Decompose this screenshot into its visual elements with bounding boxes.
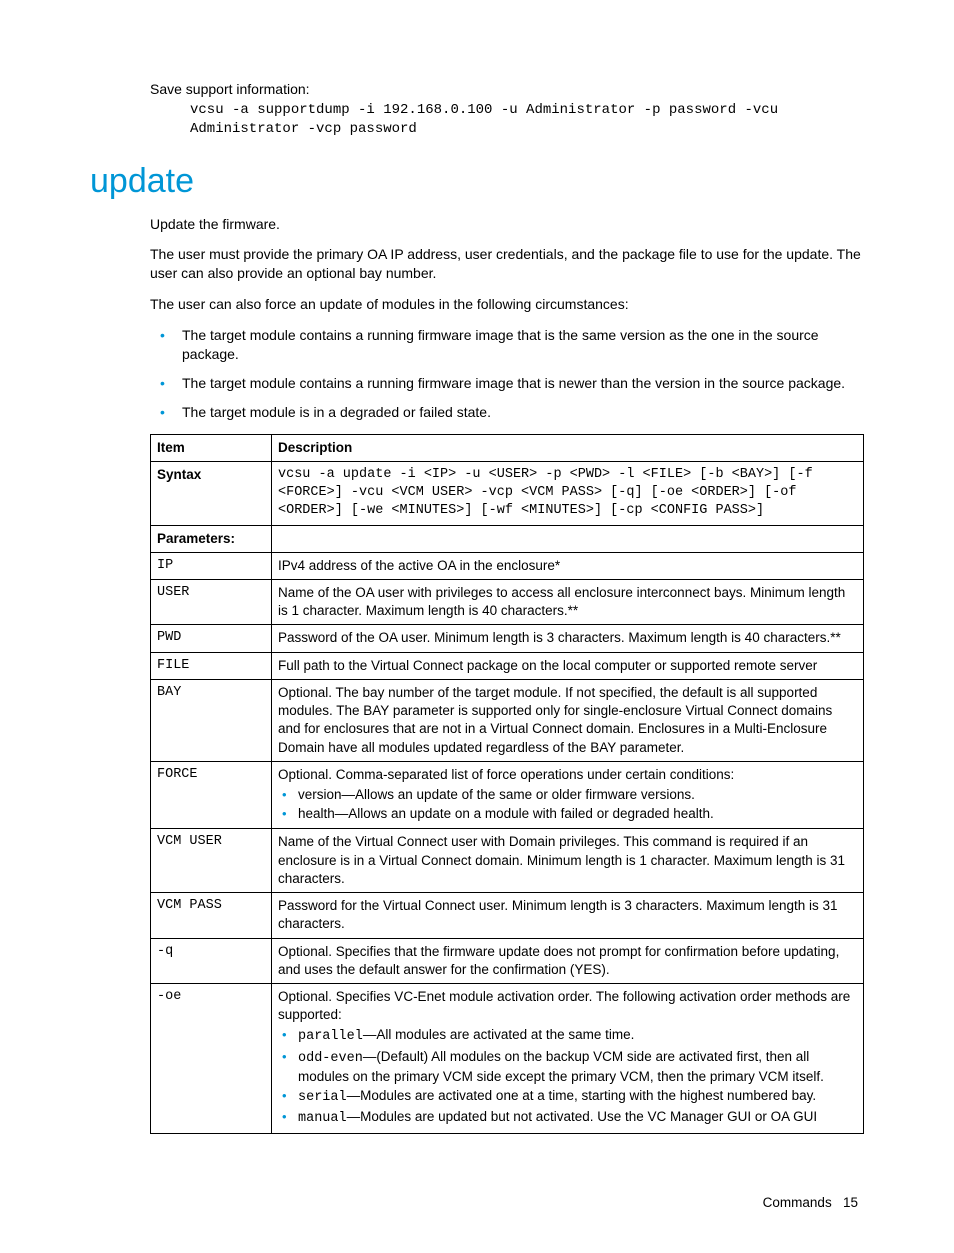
param-key: FORCE [151,761,272,829]
circumstance-item: The target module contains a running fir… [150,374,864,393]
page-footer: Commands 15 [90,1194,864,1212]
footer-section: Commands [763,1195,832,1210]
param-key: USER [151,580,272,625]
footer-page-number: 15 [843,1195,858,1210]
param-key: VCM USER [151,829,272,893]
parameters-table: Item Description Syntax vcsu -a update -… [150,434,864,1135]
param-desc: Password for the Virtual Connect user. M… [272,893,864,938]
param-key: IP [151,552,272,579]
param-key: BAY [151,679,272,761]
oe-intro: Optional. Specifies VC-Enet module activ… [278,989,850,1022]
param-desc: Full path to the Virtual Connect package… [272,652,864,679]
paragraph-user-must-provide: The user must provide the primary OA IP … [150,245,864,283]
row-user: USER Name of the OA user with privileges… [151,580,864,625]
row-vcm-user: VCM USER Name of the Virtual Connect use… [151,829,864,893]
code-line-2: Administrator -vcp password [190,121,417,137]
paragraph-update-firmware: Update the firmware. [150,215,864,234]
row-ip: IP IPv4 address of the active OA in the … [151,552,864,579]
row-file: FILE Full path to the Virtual Connect pa… [151,652,864,679]
section-heading-update: update [90,159,864,205]
param-desc: Optional. The bay number of the target m… [272,679,864,761]
force-option: version—Allows an update of the same or … [278,786,857,804]
param-desc: Name of the OA user with privileges to a… [272,580,864,625]
oe-option-odd-even: odd-even—(Default) All modules on the ba… [278,1048,857,1086]
row-vcm-pass: VCM PASS Password for the Virtual Connec… [151,893,864,938]
support-code-block: vcsu -a supportdump -i 192.168.0.100 -u … [190,101,864,139]
param-desc: Password of the OA user. Minimum length … [272,625,864,652]
oe-options: parallel—All modules are activated at th… [278,1026,857,1128]
oe-option-parallel: parallel—All modules are activated at th… [278,1026,857,1046]
code-line-1: vcsu -a supportdump -i 192.168.0.100 -u … [190,102,778,118]
row-q: -q Optional. Specifies that the firmware… [151,938,864,983]
row-syntax: Syntax vcsu -a update -i <IP> -u <USER> … [151,461,864,525]
row-oe: -oe Optional. Specifies VC-Enet module a… [151,983,864,1134]
header-description: Description [272,434,864,461]
parameters-label: Parameters: [151,525,272,552]
oe-option-manual: manual—Modules are updated but not activ… [278,1108,857,1128]
circumstances-list: The target module contains a running fir… [150,326,864,422]
row-bay: BAY Optional. The bay number of the targ… [151,679,864,761]
param-desc: Optional. Specifies VC-Enet module activ… [272,983,864,1134]
param-key: -q [151,938,272,983]
param-key: VCM PASS [151,893,272,938]
param-desc: IPv4 address of the active OA in the enc… [272,552,864,579]
param-desc: Optional. Comma-separated list of force … [272,761,864,829]
param-desc: Optional. Specifies that the firmware up… [272,938,864,983]
syntax-label: Syntax [151,461,272,525]
paragraph-force-update: The user can also force an update of mod… [150,295,864,314]
row-parameters-header: Parameters: [151,525,864,552]
table-header-row: Item Description [151,434,864,461]
parameters-empty [272,525,864,552]
oe-option-serial: serial—Modules are activated one at a ti… [278,1087,857,1107]
header-item: Item [151,434,272,461]
circumstance-item: The target module contains a running fir… [150,326,864,364]
row-pwd: PWD Password of the OA user. Minimum len… [151,625,864,652]
force-option: health—Allows an update on a module with… [278,805,857,823]
save-support-info-label: Save support information: [150,80,864,99]
force-intro: Optional. Comma-separated list of force … [278,767,734,782]
circumstance-item: The target module is in a degraded or fa… [150,403,864,422]
param-key: -oe [151,983,272,1134]
syntax-value: vcsu -a update -i <IP> -u <USER> -p <PWD… [272,461,864,525]
param-key: PWD [151,625,272,652]
row-force: FORCE Optional. Comma-separated list of … [151,761,864,829]
param-desc: Name of the Virtual Connect user with Do… [272,829,864,893]
force-options: version—Allows an update of the same or … [278,786,857,823]
param-key: FILE [151,652,272,679]
